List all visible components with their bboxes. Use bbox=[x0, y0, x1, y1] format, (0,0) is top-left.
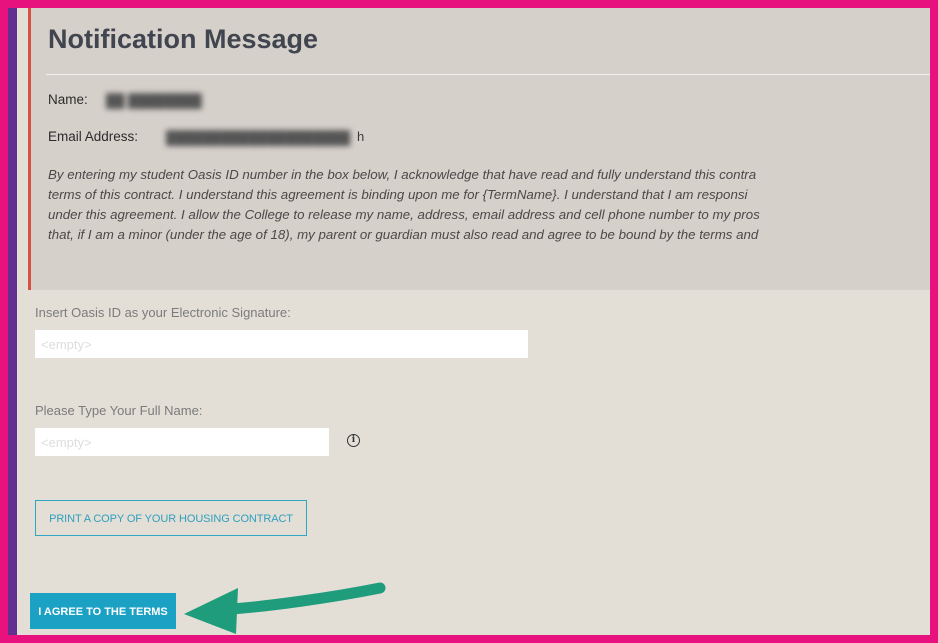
notification-accent-bar bbox=[28, 8, 31, 290]
name-label: Name: bbox=[48, 92, 88, 107]
agreement-disclaimer: By entering my student Oasis ID number i… bbox=[48, 165, 930, 245]
email-value-tail: h bbox=[357, 129, 365, 144]
title-divider bbox=[46, 74, 930, 75]
fullname-label: Please Type Your Full Name: bbox=[35, 403, 203, 418]
oasis-id-signature-input[interactable] bbox=[35, 330, 528, 358]
info-icon[interactable]: i bbox=[347, 434, 360, 447]
left-accent-bar bbox=[8, 8, 17, 635]
disclaimer-line: that, if I am a minor (under the age of … bbox=[48, 227, 759, 242]
notification-panel: Notification Message Name: ██ ████████ E… bbox=[28, 8, 930, 290]
disclaimer-line: terms of this contract. I understand thi… bbox=[48, 187, 748, 202]
name-value: ██ ████████ bbox=[106, 93, 202, 108]
print-contract-button[interactable]: PRINT A COPY OF YOUR HOUSING CONTRACT bbox=[35, 500, 307, 536]
arrow-left-icon bbox=[184, 582, 386, 634]
signature-label: Insert Oasis ID as your Electronic Signa… bbox=[35, 305, 291, 320]
email-label: Email Address: bbox=[48, 129, 139, 144]
email-value: ████████████████████ bbox=[166, 130, 351, 145]
disclaimer-line: By entering my student Oasis ID number i… bbox=[48, 167, 757, 182]
notification-title: Notification Message bbox=[48, 24, 319, 54]
page-frame: Notification Message Name: ██ ████████ E… bbox=[8, 8, 930, 635]
agree-terms-button[interactable]: I AGREE TO THE TERMS bbox=[30, 593, 176, 629]
disclaimer-line: under this agreement. I allow the Colleg… bbox=[48, 207, 760, 222]
full-name-input[interactable] bbox=[35, 428, 329, 456]
